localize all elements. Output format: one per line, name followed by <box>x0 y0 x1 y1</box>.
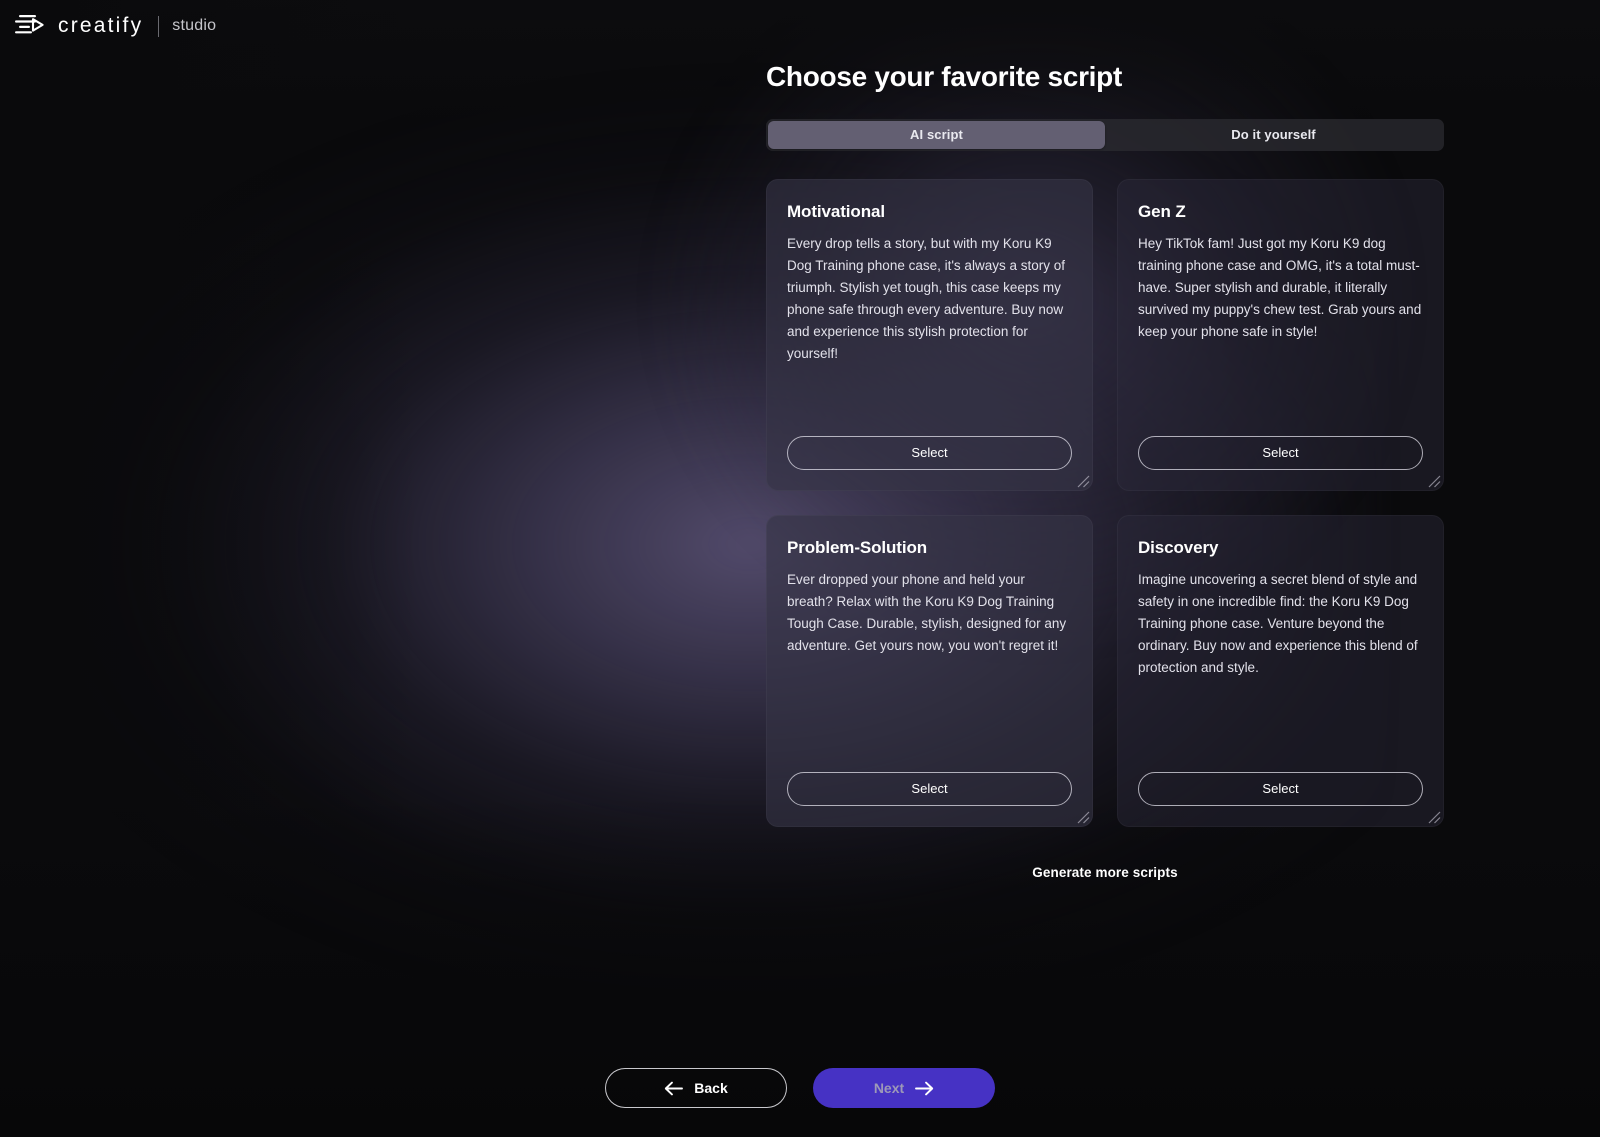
main-content: Choose your favorite script AI script Do… <box>766 0 1444 880</box>
script-card-discovery: Discovery Imagine uncovering a secret bl… <box>1117 514 1444 827</box>
arrow-left-icon <box>664 1081 684 1096</box>
select-button[interactable]: Select <box>787 771 1072 806</box>
script-card-title: Problem-Solution <box>787 537 928 557</box>
brand-logo[interactable]: creatify studio <box>14 12 216 40</box>
script-card-title: Motivational <box>787 201 885 221</box>
back-button[interactable]: Back <box>605 1068 787 1108</box>
wizard-footer-nav: Back Next <box>0 1068 1600 1108</box>
tab-do-it-yourself[interactable]: Do it yourself <box>1105 121 1442 149</box>
script-card-title: Gen Z <box>1138 201 1186 221</box>
script-text-area[interactable]: Imagine uncovering a secret blend of sty… <box>1138 569 1423 754</box>
script-text-area[interactable]: Hey TikTok fam! Just got my Koru K9 dog … <box>1138 233 1423 418</box>
product-name: studio <box>172 17 217 34</box>
resize-grip-icon[interactable] <box>1428 811 1441 824</box>
creatify-arrow-logo-icon <box>14 12 48 40</box>
script-text-area[interactable]: Every drop tells a story, but with my Ko… <box>787 233 1072 418</box>
script-card-title: Discovery <box>1138 537 1219 557</box>
generate-more-scripts-link[interactable]: Generate more scripts <box>766 865 1444 880</box>
script-cards-grid: Motivational Every drop tells a story, b… <box>766 178 1444 827</box>
arrow-right-icon <box>915 1081 934 1096</box>
select-button[interactable]: Select <box>787 435 1072 470</box>
select-button[interactable]: Select <box>1138 435 1423 470</box>
tab-ai-script[interactable]: AI script <box>768 120 1105 149</box>
logo-divider <box>158 15 160 37</box>
brand-name: creatify <box>58 14 144 37</box>
script-card-motivational: Motivational Every drop tells a story, b… <box>766 178 1093 491</box>
resize-grip-icon[interactable] <box>1077 811 1090 824</box>
script-mode-tabs: AI script Do it yourself <box>766 118 1444 151</box>
script-card-gen-z: Gen Z Hey TikTok fam! Just got my Koru K… <box>1117 178 1444 491</box>
script-text-area[interactable]: Ever dropped your phone and held your br… <box>787 569 1072 754</box>
page-title: Choose your favorite script <box>766 61 1122 92</box>
resize-grip-icon[interactable] <box>1077 475 1090 488</box>
next-button-label: Next <box>873 1080 905 1096</box>
back-button-label: Back <box>694 1080 728 1096</box>
resize-grip-icon[interactable] <box>1428 475 1441 488</box>
next-button[interactable]: Next <box>813 1068 995 1108</box>
app-header: creatify studio <box>0 0 1600 52</box>
select-button[interactable]: Select <box>1138 771 1423 806</box>
script-card-problem-solution: Problem-Solution Ever dropped your phone… <box>766 514 1093 827</box>
